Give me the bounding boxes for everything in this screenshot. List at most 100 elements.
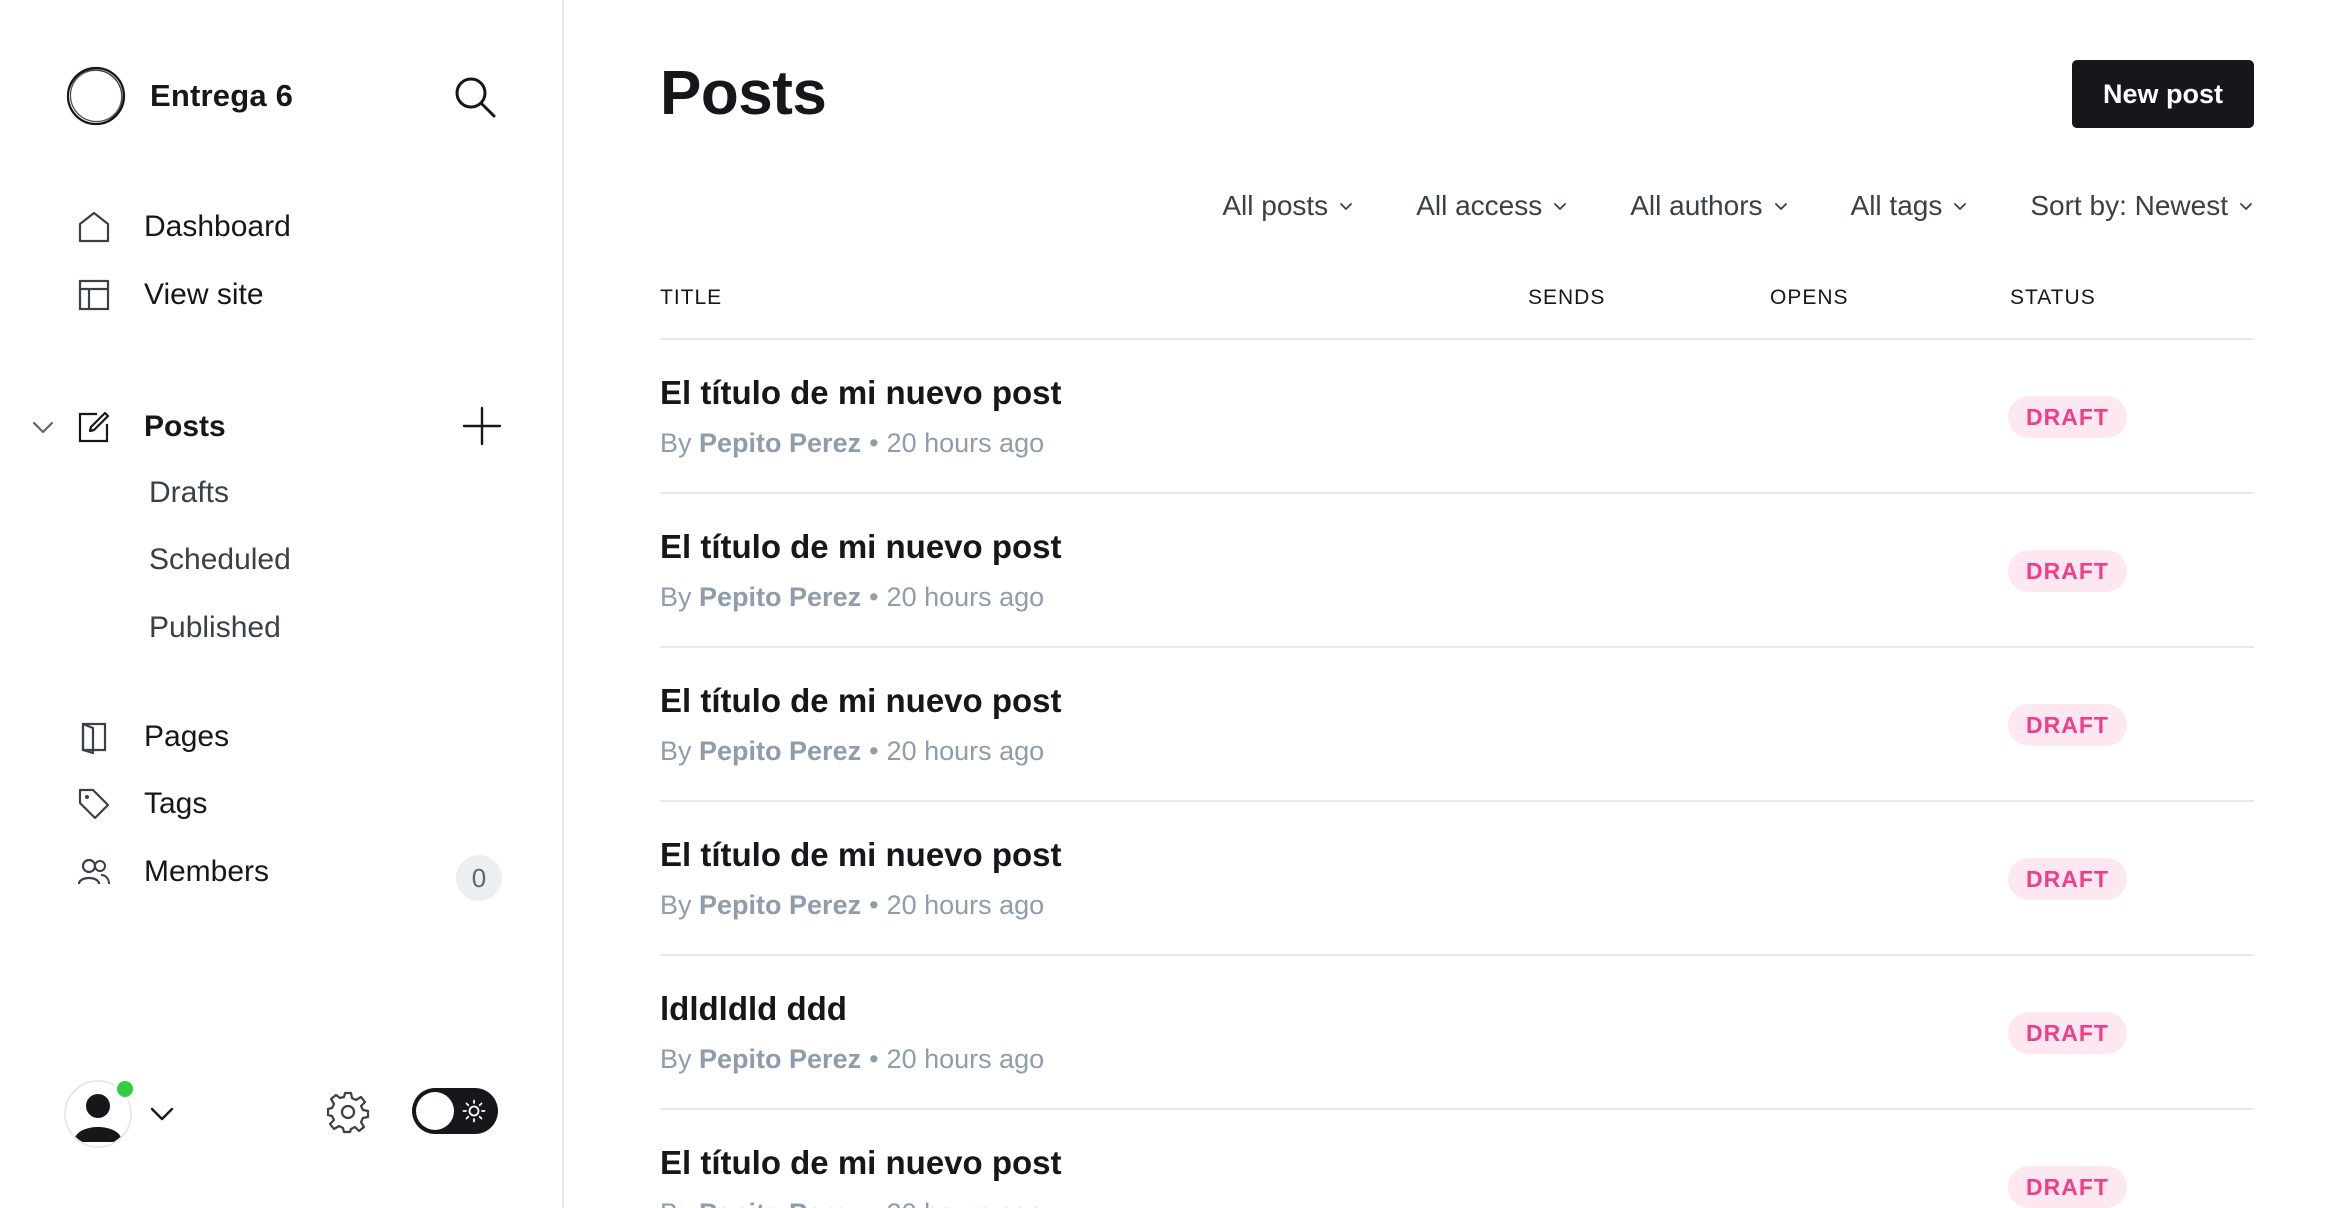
by-label: By bbox=[660, 890, 692, 920]
status-badge: DRAFT bbox=[2008, 1012, 2127, 1054]
post-meta: By Pepito Perez•20 hours ago bbox=[660, 890, 1044, 921]
new-post-button[interactable]: New post bbox=[2072, 60, 2254, 128]
members-count-badge: 0 bbox=[456, 855, 502, 901]
chevron-down-icon bbox=[1554, 203, 1567, 210]
tag-icon bbox=[76, 786, 112, 822]
sidebar-item-members[interactable]: Members bbox=[76, 847, 269, 897]
table-row[interactable]: El título de mi nuevo post By Pepito Per… bbox=[660, 1110, 2254, 1208]
post-author: Pepito Perez bbox=[699, 428, 862, 458]
post-meta: By Pepito Perez • 20 hours ago bbox=[660, 1198, 1044, 1208]
edit-icon bbox=[76, 409, 112, 445]
status-badge: DRAFT bbox=[2008, 396, 2127, 438]
post-time: 20 hours ago bbox=[886, 582, 1045, 612]
column-header-sends: SENDS bbox=[1528, 286, 1606, 309]
filter-tags-dropdown[interactable]: All tags bbox=[1851, 190, 1969, 222]
sort-dropdown[interactable]: Sort by: Newest bbox=[2030, 190, 2254, 222]
post-author: Pepito Perez bbox=[699, 1044, 862, 1074]
column-header-title: TITLE bbox=[660, 286, 723, 309]
table-row[interactable]: ldldldld ddd By Pepito Perez • 20 hours ag… bbox=[660, 956, 2254, 1110]
sidebar: Entrega 6 Dashboard View site Posts Draf… bbox=[0, 0, 564, 1208]
post-time: 20 hours ago bbox=[886, 428, 1045, 458]
post-author: Pepito Perez bbox=[699, 1198, 861, 1208]
sidebar-item-tags[interactable]: Tags bbox=[76, 779, 207, 829]
chevron-down-icon[interactable] bbox=[148, 1100, 176, 1128]
toggle-knob bbox=[416, 1092, 454, 1130]
filter-bar: All posts All access All authors All tag… bbox=[1222, 190, 2254, 222]
sidebar-item-published[interactable]: Published bbox=[149, 611, 281, 645]
status-badge: DRAFT bbox=[2008, 704, 2127, 746]
sidebar-item-label: Members bbox=[144, 855, 270, 888]
column-header-status: STATUS bbox=[2010, 286, 2096, 309]
main-content: Posts New post All posts All access All … bbox=[564, 0, 2336, 1208]
home-icon bbox=[76, 209, 112, 245]
post-meta: By Pepito Perez•20 hours ago bbox=[660, 1044, 1044, 1075]
site-brand[interactable]: Entrega 6 bbox=[64, 64, 293, 128]
sidebar-item-posts[interactable]: Posts bbox=[76, 402, 226, 452]
sidebar-item-label: Posts bbox=[144, 410, 226, 443]
filter-label: Sort by: Newest bbox=[2030, 190, 2228, 221]
sidebar-item-label: View site bbox=[144, 278, 264, 311]
post-meta: By Pepito Perez•20 hours ago bbox=[660, 428, 1044, 459]
filter-access-dropdown[interactable]: All access bbox=[1416, 190, 1568, 222]
filter-label: All access bbox=[1416, 190, 1543, 221]
sidebar-item-label: Tags bbox=[144, 787, 208, 820]
plus-icon[interactable] bbox=[460, 404, 504, 448]
status-badge: DRAFT bbox=[2008, 550, 2127, 592]
sidebar-item-pages[interactable]: Pages bbox=[76, 712, 229, 762]
table-header: TITLE SENDS OPENS STATUS bbox=[660, 286, 2254, 340]
members-icon bbox=[76, 854, 112, 890]
sidebar-item-dashboard[interactable]: Dashboard bbox=[76, 202, 291, 252]
chevron-down-icon bbox=[2240, 203, 2252, 210]
separator: • bbox=[869, 428, 879, 458]
status-badge: DRAFT bbox=[2008, 1166, 2127, 1208]
theme-toggle[interactable] bbox=[412, 1088, 498, 1134]
page-title: Posts bbox=[660, 59, 827, 128]
table-row[interactable]: El título de mi nuevo post By Pepito Per… bbox=[660, 802, 2254, 956]
table-row[interactable]: El título de mi nuevo post By Pepito Per… bbox=[660, 648, 2254, 802]
by-label: By bbox=[660, 582, 692, 612]
post-time: 20 hours ago bbox=[886, 736, 1045, 766]
sun-icon bbox=[462, 1099, 486, 1123]
column-header-opens: OPENS bbox=[1770, 286, 1849, 309]
post-title: El título de mi nuevo post bbox=[660, 374, 1062, 411]
post-title: El título de mi nuevo post bbox=[660, 1144, 1062, 1181]
layout-icon bbox=[76, 277, 112, 313]
sidebar-item-label: Pages bbox=[144, 720, 230, 753]
site-name: Entrega 6 bbox=[150, 78, 294, 113]
search-icon[interactable] bbox=[452, 74, 498, 120]
filter-type-dropdown[interactable]: All posts bbox=[1222, 190, 1354, 222]
chevron-down-icon bbox=[1774, 203, 1787, 210]
chevron-down-icon bbox=[1340, 203, 1353, 210]
post-time: 20 hours ago bbox=[886, 1044, 1045, 1074]
filter-label: All authors bbox=[1630, 190, 1763, 221]
sidebar-item-scheduled[interactable]: Scheduled bbox=[149, 543, 291, 577]
gear-icon[interactable] bbox=[326, 1090, 370, 1134]
separator: • bbox=[869, 582, 879, 612]
by-label: By bbox=[660, 736, 692, 766]
filter-authors-dropdown[interactable]: All authors bbox=[1630, 190, 1788, 222]
post-author: Pepito Perez bbox=[699, 582, 862, 612]
sidebar-item-view-site[interactable]: View site bbox=[76, 270, 264, 320]
separator: • bbox=[869, 736, 879, 766]
table-row[interactable]: El título de mi nuevo post By Pepito Per… bbox=[660, 340, 2254, 494]
separator: • bbox=[869, 890, 879, 920]
by-label: By bbox=[660, 1044, 692, 1074]
chevron-down-icon bbox=[1954, 203, 1967, 210]
by-label: By bbox=[660, 1198, 692, 1208]
post-time: 20 hours ago bbox=[886, 890, 1045, 920]
online-status-indicator bbox=[114, 1078, 136, 1100]
post-time: 20 hours ago bbox=[887, 1198, 1045, 1208]
separator: • bbox=[869, 1198, 878, 1208]
separator: • bbox=[869, 1044, 879, 1074]
page-icon bbox=[76, 719, 112, 755]
post-title: El título de mi nuevo post bbox=[660, 836, 1062, 873]
post-author: Pepito Perez bbox=[699, 736, 862, 766]
post-meta: By Pepito Perez•20 hours ago bbox=[660, 736, 1044, 767]
by-label: By bbox=[660, 428, 692, 458]
status-badge: DRAFT bbox=[2008, 858, 2127, 900]
table-row[interactable]: El título de mi nuevo post By Pepito Per… bbox=[660, 494, 2254, 648]
sidebar-item-drafts[interactable]: Drafts bbox=[149, 476, 229, 510]
chevron-down-icon[interactable] bbox=[30, 414, 56, 440]
post-title: ldldldld ddd bbox=[660, 990, 847, 1027]
sidebar-item-label: Dashboard bbox=[144, 210, 291, 243]
